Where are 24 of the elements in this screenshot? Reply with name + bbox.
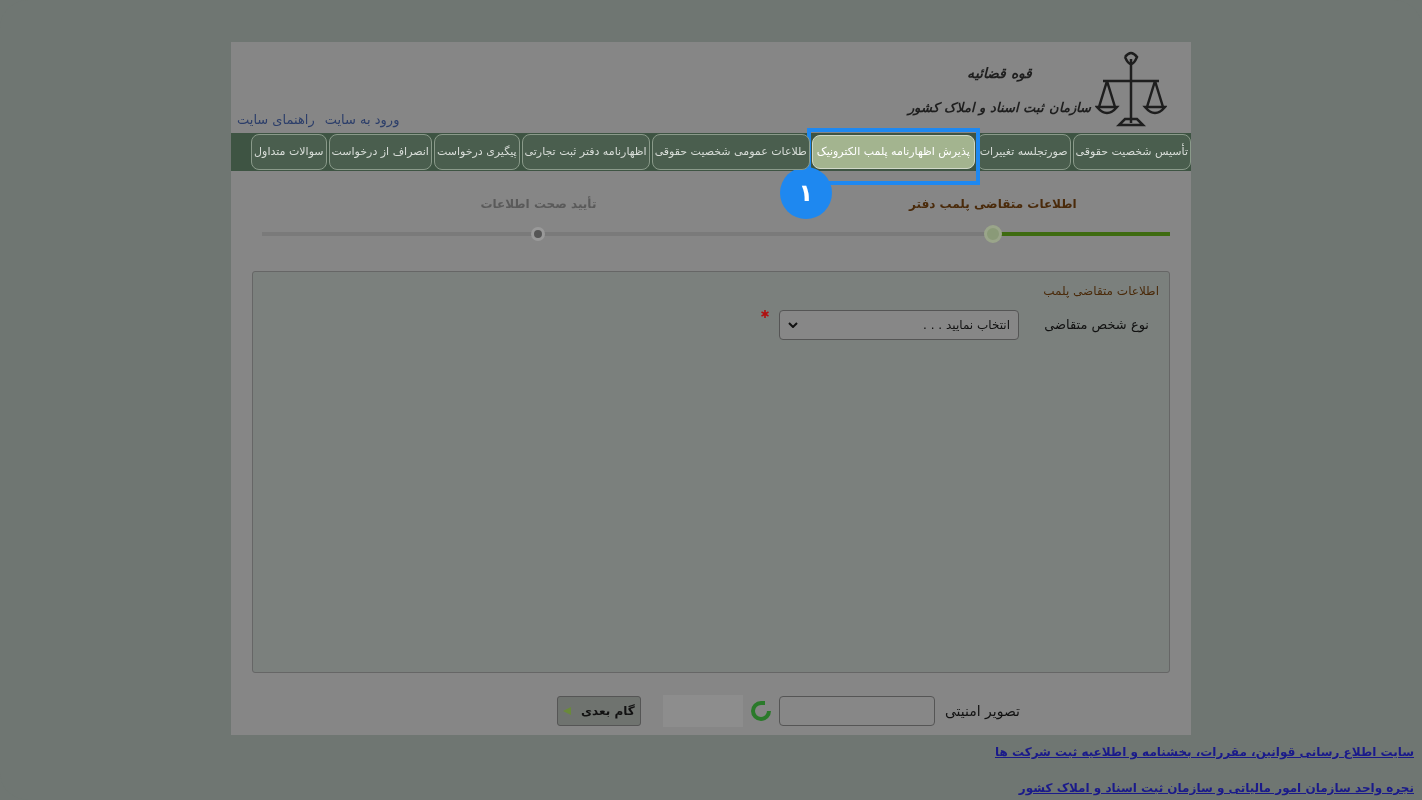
refresh-icon [748, 700, 773, 722]
nav-tab[interactable]: اظهارنامه دفتر ثبت تجارتی [521, 134, 650, 170]
arrow-left-icon [563, 707, 572, 715]
header-link[interactable]: ورود به سایت [324, 109, 400, 129]
footer-link[interactable]: نجره واحد سازمان امور مالیاتی و سازمان ثبت اسناد و املاک کشور [0, 779, 1414, 797]
captcha-label: تصویر امنیتی [944, 701, 1020, 722]
organization-name: سازمان ثبت اسناد و املاک کشور [908, 98, 1091, 118]
field-label: نوع شخص متقاضی [1043, 316, 1149, 335]
judiciary-title: قوه قضائیه [967, 63, 1033, 84]
select-field[interactable]: انتخاب نمایید . . . [779, 310, 1019, 340]
chevron-down-icon [788, 322, 798, 328]
nav-tab[interactable]: انصراف از درخواست [328, 134, 432, 170]
footer-link[interactable]: سایت اطلاع رسانی قوانین، مقررات، بخشنامه و اطلاعیه ثبت شرکت ها [0, 743, 1414, 761]
header-link[interactable]: راهنمای سایت [237, 109, 315, 129]
nav-tab[interactable]: تأسیس شخصیت حقوقی [1072, 134, 1191, 170]
scales-emblem-icon [1095, 51, 1167, 129]
nav-tab[interactable]: طلاعات عمومی شخصیت حقوقی [651, 134, 810, 170]
next-step-button[interactable]: گام بعدی [556, 696, 641, 726]
captcha-input[interactable] [778, 696, 935, 726]
nav-tab[interactable]: سوالات متداول [251, 134, 327, 170]
step-number-badge: ۱ [779, 167, 832, 219]
panel-title: اطلاعات متقاضی پلمب [1042, 283, 1159, 300]
step-label: اطلاعات متقاضی پلمب دفتر [909, 196, 1077, 213]
nav-tab[interactable]: پیگیری درخواست [433, 134, 520, 170]
